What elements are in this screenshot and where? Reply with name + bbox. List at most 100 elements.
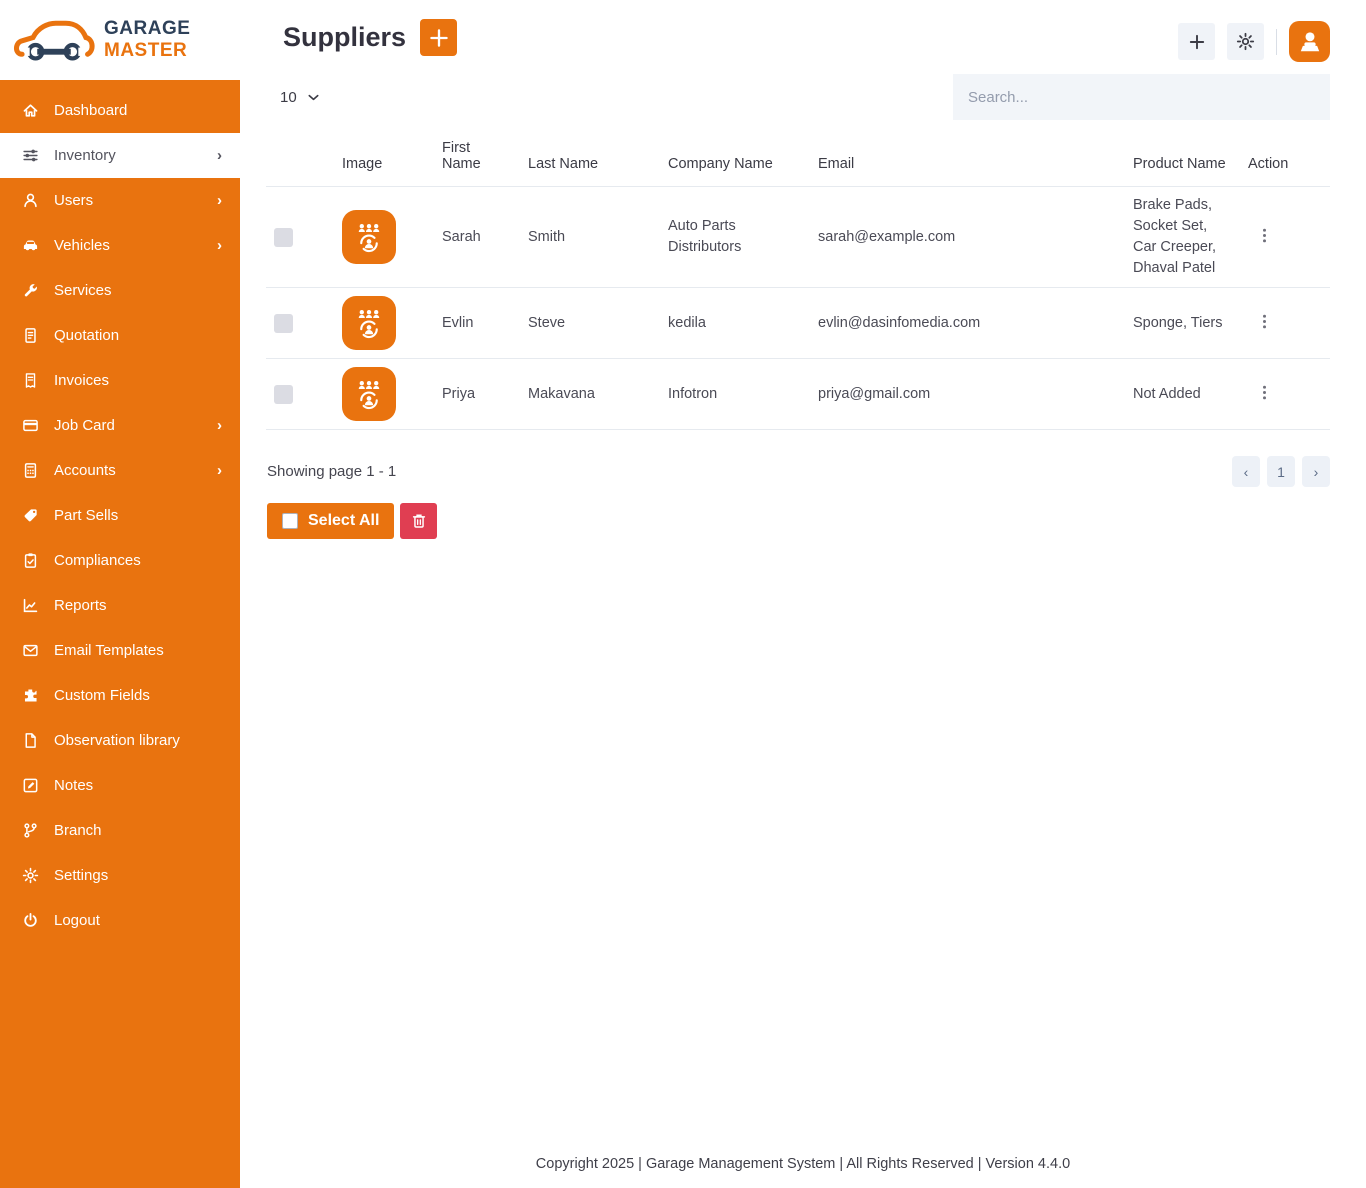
sidebar-item-observation-library[interactable]: Observation library (0, 718, 240, 763)
select-column-header (266, 128, 334, 187)
sidebar-item-label: Accounts (54, 462, 217, 479)
sidebar-item-quotation[interactable]: Quotation (0, 313, 240, 358)
row-actions-button[interactable] (1248, 223, 1281, 251)
sidebar-nav: Dashboard Inventory› Users› Vehicles› Se… (0, 88, 240, 943)
quotation-document-icon (22, 327, 39, 344)
chevron-right-icon: › (217, 462, 222, 479)
sidebar-item-notes[interactable]: Notes (0, 763, 240, 808)
power-icon (22, 912, 39, 929)
sidebar-item-label: Logout (54, 912, 222, 929)
column-header-first-name: First Name (434, 128, 520, 187)
sidebar-item-label: Settings (54, 867, 222, 884)
copyright-footer: Copyright 2025 | Garage Management Syste… (240, 1144, 1366, 1188)
card-icon (22, 417, 39, 434)
column-header-company-name: Company Name (660, 128, 810, 187)
sidebar-item-logout[interactable]: Logout (0, 898, 240, 943)
cell-product-name: Not Added (1125, 359, 1240, 430)
sidebar-item-vehicles[interactable]: Vehicles› (0, 223, 240, 268)
sidebar-item-settings[interactable]: Settings (0, 853, 240, 898)
column-header-product-name: Product Name (1125, 128, 1240, 187)
brand-name: GARAGE MASTER (104, 18, 190, 62)
sidebar-item-email-templates[interactable]: Email Templates (0, 628, 240, 673)
calculator-icon (22, 462, 39, 479)
column-header-email: Email (810, 128, 1125, 187)
plus-icon (1188, 33, 1206, 51)
select-all-checkbox[interactable] (282, 513, 298, 529)
sidebar-item-services[interactable]: Services (0, 268, 240, 313)
delete-selected-button[interactable] (400, 503, 437, 539)
topbar-actions (1178, 21, 1330, 62)
sidebar-item-part-sells[interactable]: Part Sells (0, 493, 240, 538)
table-toolbar: 10 (240, 62, 1366, 120)
page-size-value: 10 (280, 89, 297, 106)
quick-add-button[interactable] (1178, 23, 1215, 60)
cell-company-name: kedila (660, 288, 810, 359)
search-input[interactable] (953, 74, 1330, 120)
table-row: Evlin Steve kedila evlin@dasinfomedia.co… (266, 288, 1330, 359)
brand-name-bottom: MASTER (104, 40, 190, 62)
chevron-down-icon (306, 90, 321, 105)
car-icon (22, 237, 39, 254)
column-header-image: Image (334, 128, 434, 187)
select-all-label: Select All (308, 512, 379, 530)
sidebar-item-accounts[interactable]: Accounts› (0, 448, 240, 493)
suppliers-group-icon (351, 376, 387, 412)
pen-square-icon (22, 777, 39, 794)
gear-icon (22, 867, 39, 884)
sidebar-item-invoices[interactable]: Invoices (0, 358, 240, 403)
settings-button[interactable] (1227, 23, 1264, 60)
sidebar-item-users[interactable]: Users› (0, 178, 240, 223)
sidebar-item-label: Vehicles (54, 237, 217, 254)
sidebar-item-reports[interactable]: Reports (0, 583, 240, 628)
chart-line-icon (22, 597, 39, 614)
row-actions-button[interactable] (1248, 309, 1281, 337)
add-supplier-button[interactable] (420, 19, 457, 56)
sidebar-item-custom-fields[interactable]: Custom Fields (0, 673, 240, 718)
clipboard-check-icon (22, 552, 39, 569)
sidebar-item-label: Notes (54, 777, 222, 794)
sidebar-item-compliances[interactable]: Compliances (0, 538, 240, 583)
cell-product-name: Sponge, Tiers (1125, 288, 1240, 359)
brand-logo[interactable]: GARAGE MASTER (0, 0, 240, 80)
table-row: Sarah Smith Auto Parts Distributors sara… (266, 187, 1330, 288)
page-size-select[interactable]: 10 (280, 89, 321, 106)
pagination-page-1-button[interactable]: 1 (1267, 456, 1295, 487)
column-header-action: Action (1240, 128, 1330, 187)
car-wrench-logo-icon (12, 14, 96, 66)
sidebar-item-label: Email Templates (54, 642, 222, 659)
cell-email: sarah@example.com (810, 187, 1125, 288)
table-header-row: Image First Name Last Name Company Name … (266, 128, 1330, 187)
home-icon (22, 102, 39, 119)
row-checkbox[interactable] (274, 385, 293, 404)
select-all-button[interactable]: Select All (267, 503, 394, 539)
sidebar-item-branch[interactable]: Branch (0, 808, 240, 853)
sidebar-item-label: Reports (54, 597, 222, 614)
row-checkbox[interactable] (274, 228, 293, 247)
puzzle-icon (22, 687, 39, 704)
pagination-prev-button[interactable]: ‹ (1232, 456, 1260, 487)
sidebar-item-label: Part Sells (54, 507, 222, 524)
vertical-dots-icon (1256, 313, 1273, 330)
sidebar-item-inventory[interactable]: Inventory› (0, 133, 240, 178)
chevron-right-icon: › (217, 192, 222, 209)
cell-company-name: Infotron (660, 359, 810, 430)
sidebar-item-job-card[interactable]: Job Card› (0, 403, 240, 448)
sidebar-item-label: Branch (54, 822, 222, 839)
chevron-right-icon: › (217, 237, 222, 254)
pagination-next-button[interactable]: › (1302, 456, 1330, 487)
cell-last-name: Steve (520, 288, 660, 359)
plus-icon (428, 27, 450, 49)
suppliers-group-icon (351, 219, 387, 255)
cell-company-name: Auto Parts Distributors (660, 187, 810, 288)
cell-email: priya@gmail.com (810, 359, 1125, 430)
topbar-divider (1276, 29, 1277, 55)
row-actions-button[interactable] (1248, 380, 1281, 408)
vertical-dots-icon (1256, 227, 1273, 244)
row-checkbox[interactable] (274, 314, 293, 333)
suppliers-group-icon (351, 305, 387, 341)
file-icon (22, 732, 39, 749)
pagination: ‹ 1 › (1232, 456, 1330, 487)
sidebar-item-label: Users (54, 192, 217, 209)
profile-button[interactable] (1289, 21, 1330, 62)
sidebar-item-dashboard[interactable]: Dashboard (0, 88, 240, 133)
